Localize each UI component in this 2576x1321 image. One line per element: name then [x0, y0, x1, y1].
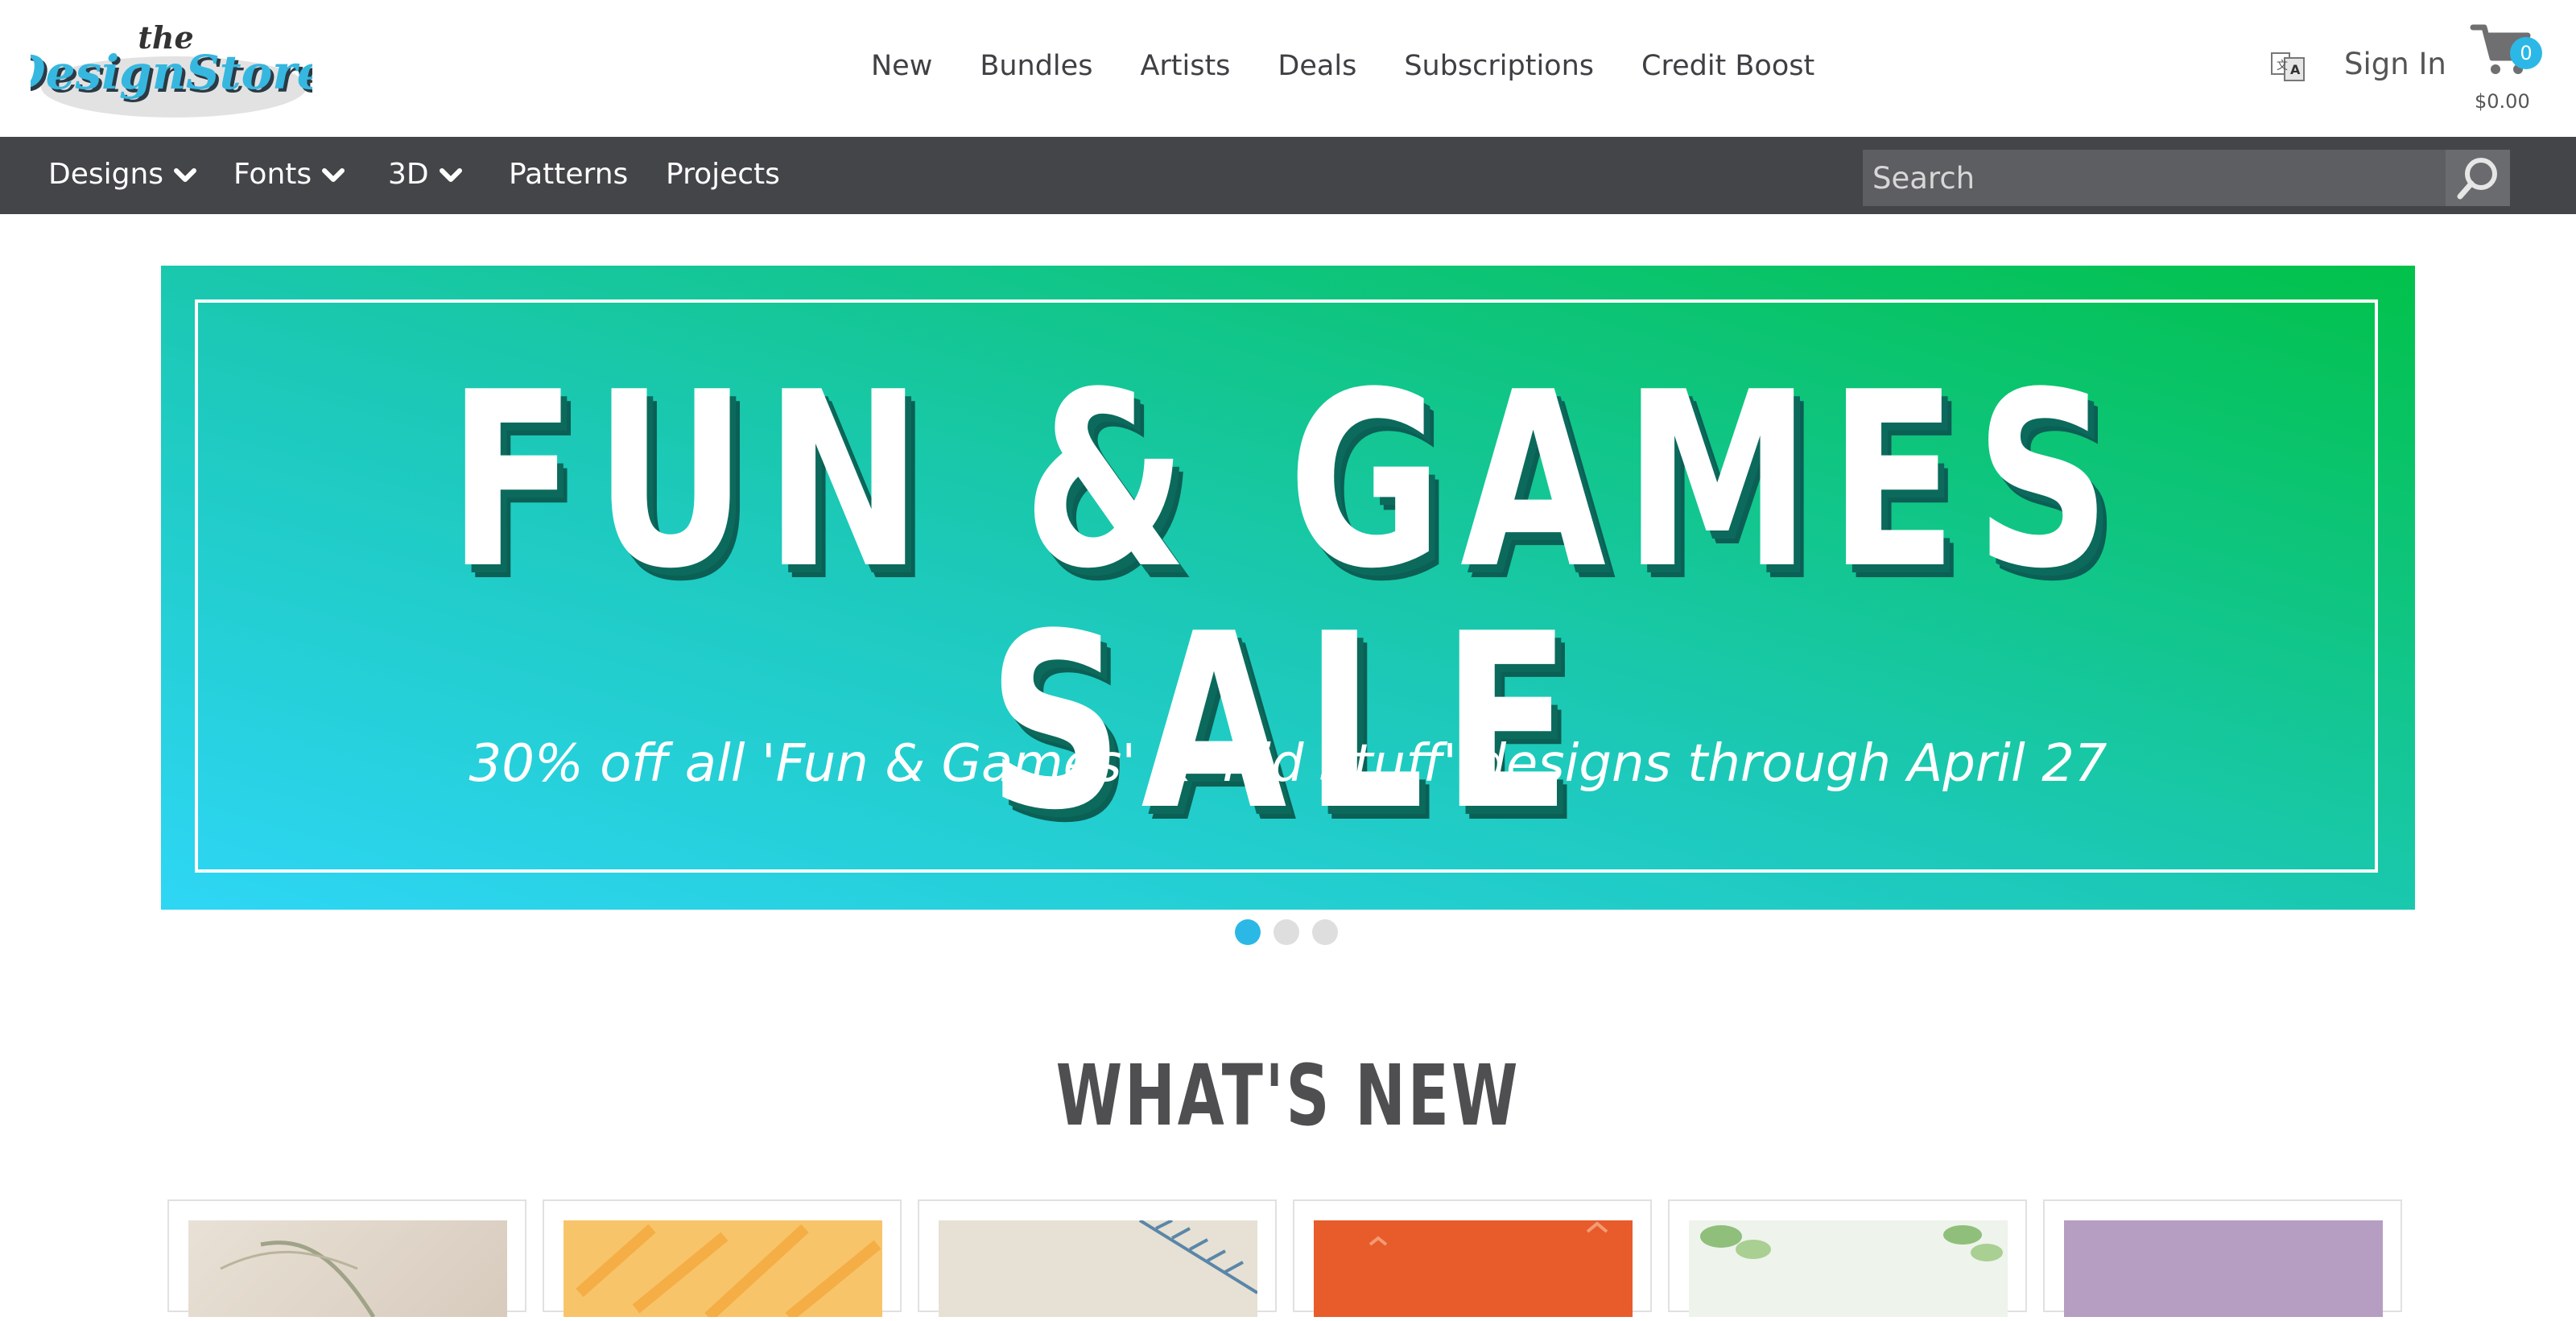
nav-bundles[interactable]: Bundles: [980, 50, 1092, 82]
product-card[interactable]: [543, 1199, 902, 1321]
subnav-fonts[interactable]: Fonts: [233, 158, 345, 191]
product-card[interactable]: [1668, 1199, 2027, 1317]
subnav-3d[interactable]: 3D: [388, 158, 463, 191]
cart-button[interactable]: 0 $0.00: [2468, 16, 2557, 113]
carousel-dot-3[interactable]: [1312, 919, 1338, 945]
carousel-dots: [1235, 919, 1338, 945]
svg-text:DesignStore: DesignStore: [31, 45, 312, 100]
search-bar: [1863, 150, 2510, 206]
design-store-logo[interactable]: the DesignStore DesignStore: [31, 13, 312, 121]
subnav-designs-label: Designs: [48, 158, 164, 191]
product-card[interactable]: [2043, 1199, 2402, 1317]
search-input[interactable]: [1863, 150, 2454, 206]
subnav-designs[interactable]: Designs: [48, 158, 197, 191]
nav-artists[interactable]: Artists: [1140, 50, 1230, 82]
sign-in-link[interactable]: Sign In: [2344, 47, 2446, 81]
subnav-patterns-label: Patterns: [509, 158, 629, 191]
product-thumbnail: [1314, 1220, 1633, 1317]
subnav-3d-label: 3D: [388, 158, 429, 191]
chevron-down-icon: [439, 167, 462, 182]
promo-banner[interactable]: FUN & GAMES SALE 30% off all 'Fun & Game…: [161, 266, 2415, 910]
svg-text:A: A: [2290, 62, 2301, 77]
product-card[interactable]: [1293, 1199, 1652, 1317]
search-icon: [2457, 158, 2497, 200]
chevron-down-icon: [174, 167, 197, 182]
product-thumbnail: [939, 1219, 1259, 1317]
subnav-patterns[interactable]: Patterns: [509, 158, 628, 191]
nav-credit-boost[interactable]: Credit Boost: [1641, 50, 1814, 82]
product-thumbnail: [2064, 1220, 2383, 1317]
product-card[interactable]: [918, 1199, 1277, 1317]
translate-icon[interactable]: 文 A: [2268, 47, 2307, 85]
nav-new[interactable]: New: [871, 50, 932, 82]
top-header: the DesignStore DesignStore New Bundles …: [0, 0, 2576, 137]
subnav-projects[interactable]: Projects: [666, 158, 780, 191]
product-card[interactable]: [167, 1199, 526, 1319]
chevron-down-icon: [322, 167, 345, 182]
product-thumbnail: [564, 1220, 882, 1321]
subnav-fonts-label: Fonts: [233, 158, 312, 191]
product-thumbnail: [188, 1220, 507, 1319]
carousel-dot-1[interactable]: [1235, 919, 1261, 945]
search-button[interactable]: [2446, 150, 2510, 206]
whats-new-heading: WHAT'S NEW: [1055, 1046, 1521, 1145]
svg-text:文: 文: [2277, 60, 2288, 72]
main-nav: New Bundles Artists Deals Subscriptions …: [871, 50, 1862, 82]
subnav-projects-label: Projects: [666, 158, 780, 191]
nav-subscriptions[interactable]: Subscriptions: [1404, 50, 1594, 82]
cart-total: $0.00: [2475, 90, 2530, 113]
carousel-dot-2[interactable]: [1274, 919, 1299, 945]
nav-deals[interactable]: Deals: [1278, 50, 1356, 82]
cart-count-badge: 0: [2510, 37, 2542, 69]
product-thumbnail: [1689, 1220, 2008, 1317]
banner-subtitle: 30% off all 'Fun & Games' & 'Kid Stuff' …: [469, 734, 2107, 794]
